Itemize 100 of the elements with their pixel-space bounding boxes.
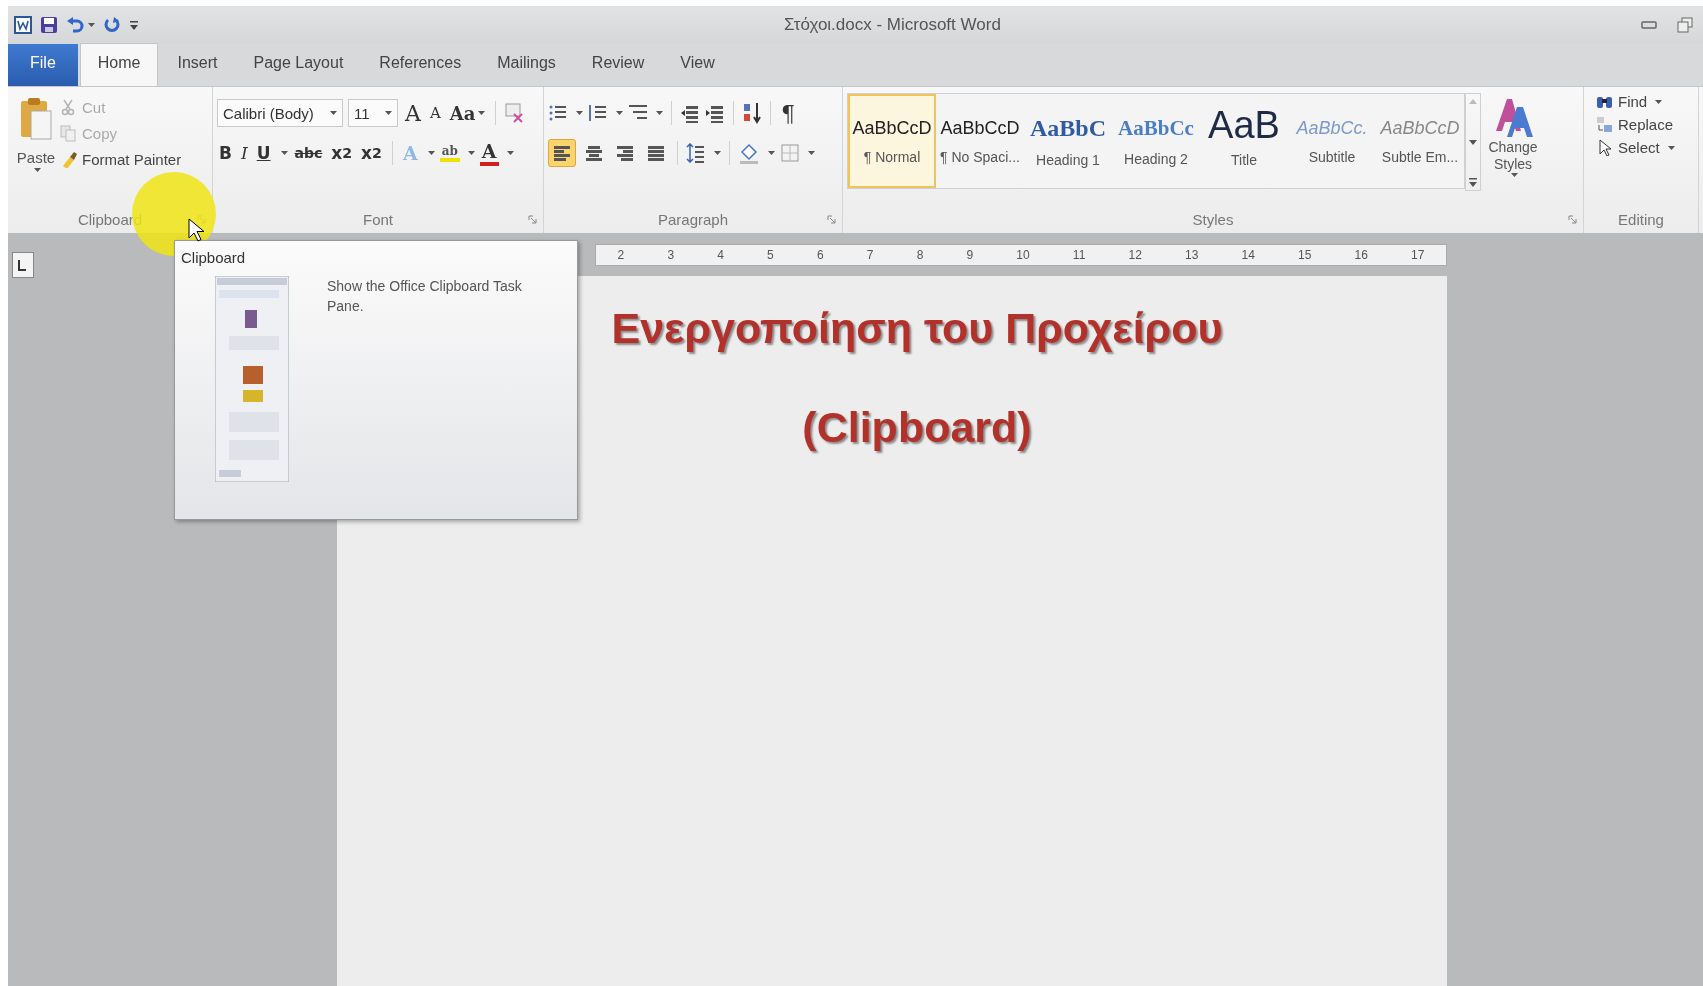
change-case-button[interactable]: Aa <box>447 102 488 124</box>
tooltip-description: Show the Office Clipboard Task Pane. <box>327 277 523 316</box>
brush-icon <box>60 151 77 168</box>
tab-selector-icon[interactable] <box>12 252 34 278</box>
customize-icon[interactable] <box>129 18 139 32</box>
show-marks-button[interactable]: ¶ <box>779 100 797 126</box>
caret-icon[interactable] <box>427 151 435 155</box>
caret-icon[interactable] <box>280 151 288 155</box>
ruler-number: 4 <box>717 248 724 262</box>
caret-icon[interactable] <box>714 151 721 155</box>
ruler-number: 2 <box>617 248 625 262</box>
minimize-icon[interactable] <box>1641 19 1657 31</box>
group-label: Paragraph <box>657 210 729 228</box>
caret-icon[interactable] <box>34 168 41 172</box>
restore-icon[interactable] <box>1677 17 1693 33</box>
align-left-icon[interactable] <box>548 139 576 167</box>
document-heading: (Clipboard) <box>802 403 1032 452</box>
bullets-icon[interactable] <box>548 103 568 123</box>
caret-icon[interactable] <box>88 23 95 27</box>
clipboard-command[interactable]: Format Painter <box>60 151 182 168</box>
group-label: Editing <box>1618 210 1664 228</box>
ruler-number: 13 <box>1185 248 1199 262</box>
style-option[interactable]: AaBbCc Heading 2 <box>1112 94 1200 188</box>
caret-icon[interactable] <box>385 111 392 115</box>
font-size-field[interactable]: 11 <box>348 99 398 127</box>
ribbon-tab[interactable]: Mailings <box>480 44 573 86</box>
paste-button[interactable]: Paste <box>12 93 60 205</box>
style-option[interactable]: AaB Title <box>1200 94 1288 188</box>
style-option[interactable]: AaBbCcD ¶ Normal <box>848 94 936 188</box>
strikethrough-button[interactable]: abc <box>292 145 325 161</box>
style-option[interactable]: AaBbCcD ¶ No Spaci... <box>936 94 1024 188</box>
group-label: Font <box>363 210 393 228</box>
caret-icon[interactable] <box>478 111 486 115</box>
dialog-launcher-icon[interactable] <box>827 215 836 224</box>
tooltip-title: Clipboard <box>181 249 247 266</box>
line-spacing-icon[interactable] <box>686 143 706 163</box>
ruler-number: 14 <box>1241 248 1255 262</box>
change-styles-button[interactable]: Change Styles <box>1481 91 1545 205</box>
ribbon-tab[interactable]: Insert <box>160 44 235 86</box>
caret-icon[interactable] <box>467 151 475 155</box>
undo-icon[interactable] <box>66 16 84 34</box>
grow-font-button[interactable]: A <box>403 100 423 126</box>
caret-icon[interactable] <box>330 111 337 115</box>
ruler-number: 7 <box>866 248 874 262</box>
pointer-icon <box>1596 139 1613 156</box>
app-icon[interactable] <box>14 16 32 34</box>
ribbon-tab[interactable]: Home <box>79 43 159 86</box>
ruler-number: 11 <box>1072 248 1086 262</box>
ruler-number: 15 <box>1298 248 1312 262</box>
redo-icon[interactable] <box>103 16 121 34</box>
sort-icon[interactable] <box>742 102 762 124</box>
ruler-number: 6 <box>816 248 824 262</box>
clipboard-icon <box>19 97 53 141</box>
caret-icon[interactable] <box>768 151 775 155</box>
dialog-launcher-icon[interactable] <box>1568 215 1577 224</box>
caret-icon[interactable] <box>656 111 663 115</box>
ruler-number: 8 <box>916 248 924 262</box>
ruler-number: 10 <box>1016 248 1030 262</box>
style-option[interactable]: AaBbC Heading 1 <box>1024 94 1112 188</box>
font-name-field[interactable]: Calibri (Body) <box>217 99 343 127</box>
caret-icon[interactable] <box>1655 99 1663 104</box>
copy-icon <box>60 125 77 142</box>
ribbon-tab[interactable]: References <box>362 44 479 86</box>
decrease-indent-icon[interactable] <box>680 103 700 123</box>
caret-icon[interactable] <box>1511 173 1518 177</box>
numbering-icon[interactable] <box>588 103 608 123</box>
ruler-number: 17 <box>1411 248 1425 262</box>
gallery-more-icon[interactable] <box>1468 176 1478 188</box>
highlight-button[interactable]: ab <box>439 144 460 162</box>
mouse-cursor-icon <box>188 218 204 242</box>
file-tab[interactable]: File <box>8 44 78 86</box>
caret-icon[interactable] <box>576 111 583 115</box>
ribbon-tab[interactable]: Review <box>574 44 662 86</box>
horizontal-ruler[interactable]: 2 3 4 5 6 7 8 9 10 11 12 13 14 15 16 17 <box>595 244 1447 266</box>
caret-icon[interactable] <box>616 111 623 115</box>
ribbon-tab[interactable]: View <box>663 44 732 86</box>
font-color-button[interactable]: A <box>479 140 499 166</box>
editing-command[interactable]: Select <box>1596 139 1694 156</box>
underline-button[interactable]: U <box>254 143 273 163</box>
ribbon-tab[interactable]: Page Layout <box>236 44 361 86</box>
paint-bucket-icon[interactable] <box>738 142 760 164</box>
caret-icon[interactable] <box>506 151 514 155</box>
bold-button[interactable]: B <box>217 143 234 163</box>
shrink-font-button[interactable]: A <box>427 104 443 122</box>
editing-command[interactable]: Find <box>1596 93 1694 110</box>
replace-icon <box>1596 116 1613 133</box>
style-option[interactable]: AaBbCc. Subtitle <box>1288 94 1376 188</box>
group-label: Styles <box>1192 210 1234 228</box>
caret-icon[interactable] <box>1667 145 1675 150</box>
editing-command[interactable]: Replace <box>1596 116 1694 133</box>
dialog-launcher-icon[interactable] <box>528 215 537 224</box>
scissors-icon <box>60 99 77 116</box>
italic-button[interactable]: I <box>238 143 250 163</box>
ruler-number: 5 <box>767 248 774 262</box>
save-icon[interactable] <box>40 16 58 34</box>
ruler-number: 3 <box>667 248 675 262</box>
caret-icon[interactable] <box>808 151 815 155</box>
ruler-number: 12 <box>1128 248 1142 262</box>
increase-indent-icon[interactable] <box>705 103 725 123</box>
style-option[interactable]: AaBbCcD Subtle Em... <box>1376 94 1464 188</box>
